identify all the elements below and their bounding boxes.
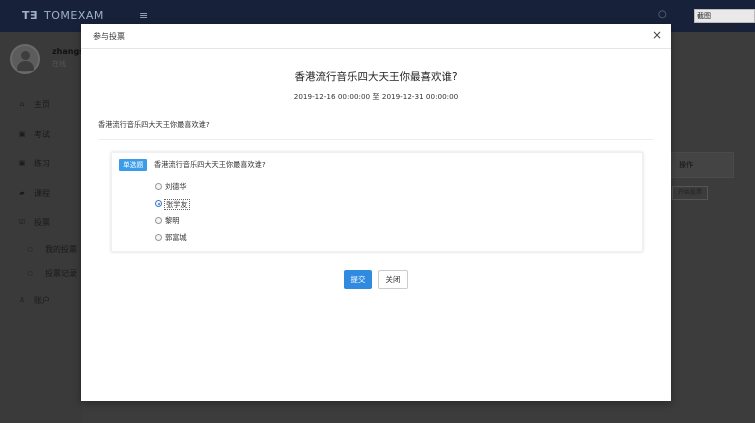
- question-card: 单选题 香港流行音乐四大天王你最喜欢谁? 刘德华 张学友 黎明 郭富城: [111, 152, 643, 252]
- sidebar-item-label: 考试: [34, 129, 50, 139]
- start-vote-button[interactable]: 开始投票: [672, 186, 708, 200]
- sidebar-item-vote[interactable]: ☑ 投票: [0, 208, 82, 238]
- sidebar-item-label: 账户: [34, 295, 50, 305]
- option-label: 张学友: [164, 199, 190, 210]
- sidebar: zhangs 在线 ⌂ 主页 ▣ 考试 ▣ 练习 ▰ 课程 ☑ 投票 ○ 我的投…: [0, 32, 84, 423]
- notification-icon[interactable]: ○: [658, 9, 667, 20]
- radio-button-checked[interactable]: [155, 200, 162, 207]
- option-label: 郭富城: [165, 233, 187, 242]
- close-icon[interactable]: ×: [652, 28, 662, 42]
- sidebar-subitem-vote-records[interactable]: ○ 投票记录: [0, 262, 82, 286]
- question-text: 香港流行音乐四大天王你最喜欢谁?: [154, 160, 266, 169]
- sidebar-item-label: 主页: [34, 100, 50, 109]
- calendar-icon: ▣: [18, 159, 26, 167]
- logo-text: TOMEXAM: [44, 9, 104, 22]
- vote-title: 香港流行音乐四大天王你最喜欢谁?: [294, 71, 458, 83]
- radio-button[interactable]: [155, 234, 162, 241]
- sidebar-item-practice[interactable]: ▣ 练习: [0, 149, 82, 179]
- screenshot-hint: 截图 Ctrl+Shift+: [694, 9, 755, 32]
- vote-modal: 参与投票 × 香港流行音乐四大天王你最喜欢谁? 2019-12-16 00:00…: [81, 24, 671, 401]
- calendar-icon: ▣: [18, 129, 26, 138]
- vote-date-range: 2019-12-16 00:00:00 至 2019-12-31 00:00:0…: [293, 92, 459, 101]
- sidebar-item-account[interactable]: ♙ 账户: [0, 286, 82, 316]
- divider: [98, 139, 654, 140]
- table-header-actions: 操作: [670, 152, 734, 178]
- option-label: 黎明: [165, 216, 180, 225]
- sidebar-item-course[interactable]: ▰ 课程: [0, 179, 82, 209]
- home-icon: ⌂: [19, 100, 25, 108]
- sidebar-item-home[interactable]: ⌂ 主页: [0, 90, 82, 120]
- close-button[interactable]: 关闭: [378, 270, 408, 289]
- logo-mark: T∃: [22, 9, 39, 22]
- radio-button[interactable]: [155, 183, 162, 190]
- app-logo[interactable]: T∃ TOMEXAM: [22, 9, 104, 22]
- sidebar-subitem-my-votes[interactable]: ○ 我的投票: [0, 238, 82, 262]
- sidebar-item-label: 投票: [34, 218, 50, 227]
- sidebar-item-label: 练习: [34, 159, 50, 168]
- check-square-icon: ☑: [18, 218, 26, 226]
- modal-title: 参与投票: [93, 32, 125, 41]
- submit-button[interactable]: 提交: [344, 270, 372, 289]
- option-label: 刘德华: [165, 182, 187, 191]
- radio-button[interactable]: [155, 217, 162, 224]
- sidebar-item-label: 我的投票: [45, 244, 77, 254]
- book-icon: ▰: [19, 188, 25, 197]
- user-icon: ♙: [18, 295, 26, 304]
- modal-header: 参与投票 ×: [81, 24, 671, 49]
- username: zhangs: [52, 47, 84, 56]
- sidebar-item-label: 投票记录: [45, 268, 77, 278]
- question-type-badge: 单选题: [119, 159, 148, 171]
- menu-toggle-icon[interactable]: ≡: [139, 9, 148, 22]
- sidebar-item-exam[interactable]: ▣ 考试: [0, 120, 82, 150]
- circle-icon: ○: [27, 245, 33, 253]
- circle-icon: ○: [27, 269, 33, 277]
- user-status: 在线: [52, 60, 66, 68]
- avatar: [10, 44, 40, 74]
- sidebar-nav: ⌂ 主页 ▣ 考试 ▣ 练习 ▰ 课程 ☑ 投票 ○ 我的投票 ○ 投票记录 ♙: [0, 90, 82, 315]
- vote-description: 香港流行音乐四大天王你最喜欢谁?: [98, 120, 210, 129]
- sidebar-item-label: 课程: [34, 188, 50, 198]
